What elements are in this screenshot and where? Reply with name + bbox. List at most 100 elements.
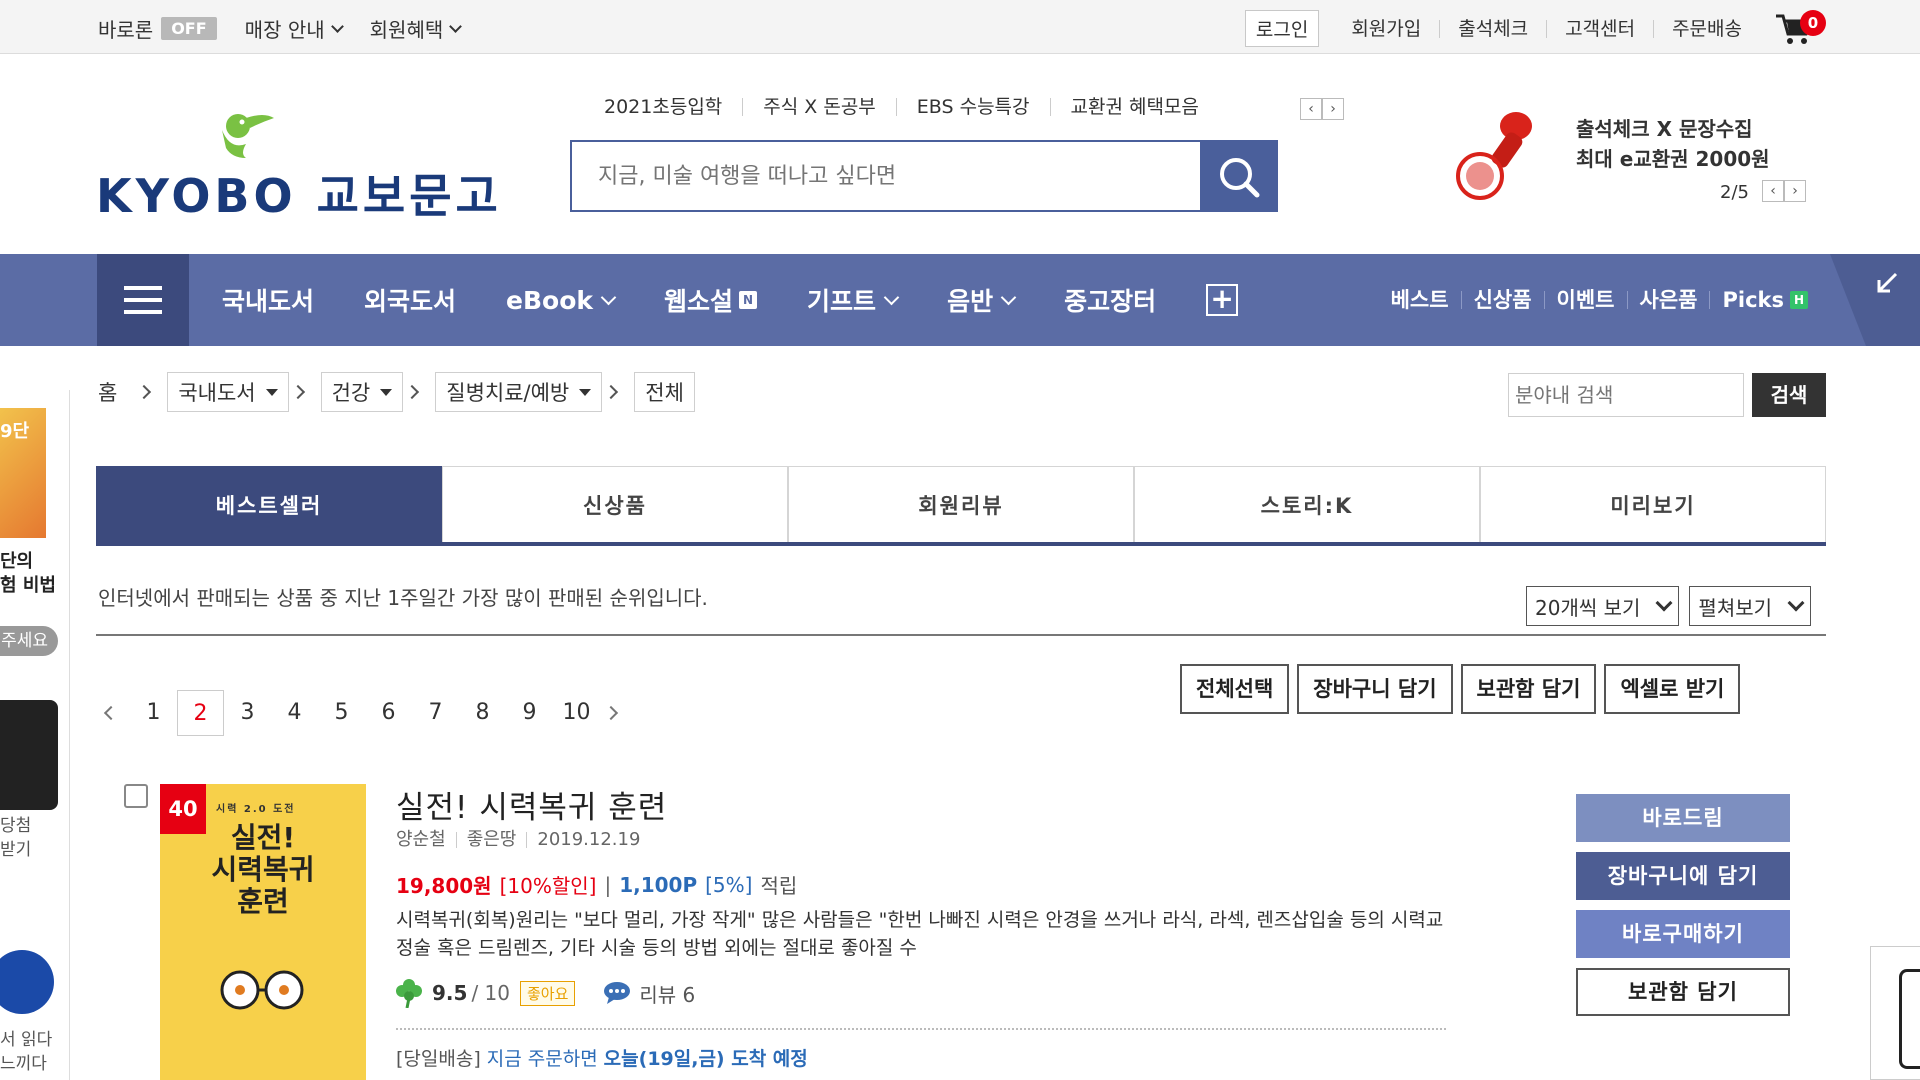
signup-link[interactable]: 회원가입 [1333, 19, 1439, 38]
keyword-prev-button[interactable]: ‹ [1300, 98, 1322, 120]
nav-item-domestic[interactable]: 국내도서 [222, 282, 314, 318]
kyobo-logo[interactable]: KYOBO 교보문고 [96, 108, 498, 223]
excel-download-button[interactable]: 엑셀로 받기 [1604, 664, 1741, 714]
caret-down-icon [265, 388, 278, 396]
chevron-right-icon [405, 384, 420, 400]
select-all-button[interactable]: 전체선택 [1180, 664, 1290, 714]
prev-page-icon[interactable] [103, 705, 119, 721]
add-to-cart-button[interactable]: 장바구니에 담기 [1576, 852, 1790, 900]
page-number[interactable]: 4 [271, 690, 318, 736]
cart-count-badge: 0 [1800, 9, 1826, 36]
tab-review[interactable]: 회원리뷰 [788, 466, 1134, 542]
breadcrumb-level1[interactable]: 국내도서 [167, 372, 289, 412]
page-number[interactable]: 1 [130, 690, 177, 736]
next-page-icon[interactable] [603, 705, 619, 721]
page-number[interactable]: 6 [365, 690, 412, 736]
page-number-current[interactable]: 2 [177, 690, 224, 736]
search-input[interactable] [572, 142, 1200, 210]
promo-page-indicator: 2/5 [1720, 182, 1749, 203]
keyword-link[interactable]: 교환권 혜택모음 [1049, 98, 1219, 117]
add-to-wishlist-button[interactable]: 보관함 담기 [1576, 968, 1790, 1016]
plus-icon: + [1206, 284, 1239, 316]
category-search-button[interactable]: 검색 [1752, 373, 1826, 417]
view-mode-select[interactable]: 펼쳐보기 [1689, 586, 1812, 626]
nav-event-link[interactable]: 이벤트 [1543, 290, 1627, 311]
caret-down-icon [579, 388, 592, 396]
tab-story[interactable]: 스토리:K [1134, 466, 1480, 542]
baroreon-toggle[interactable]: 바로론 OFF [98, 14, 217, 43]
store-guide-menu[interactable]: 매장 안내 [245, 14, 344, 43]
promo-prev-button[interactable]: ‹ [1762, 180, 1784, 202]
side-text: 서 읽다 [0, 1030, 53, 1050]
keyword-link[interactable]: 주식 X 돈공부 [742, 98, 896, 117]
product-price-row: 19,800원 [10%할인] | 1,100P [5%] 적립 [396, 870, 797, 899]
nav-item-foreign[interactable]: 외국도서 [364, 282, 456, 318]
nav-item-ebook[interactable]: eBook [506, 286, 617, 315]
nav-item-music[interactable]: 음반 [947, 282, 1017, 318]
page-number[interactable]: 7 [412, 690, 459, 736]
tab-preview[interactable]: 미리보기 [1480, 466, 1826, 542]
buy-now-button[interactable]: 바로구매하기 [1576, 910, 1790, 958]
divider [96, 634, 1826, 636]
page-number[interactable]: 9 [506, 690, 553, 736]
page-number[interactable]: 8 [459, 690, 506, 736]
product-description: 시력복귀(회복)원리는 "보다 멀리, 가장 작게" 많은 사람들은 "한번 나… [396, 909, 1444, 959]
nav-new-link[interactable]: 신상품 [1460, 290, 1544, 311]
chevron-down-icon [1000, 289, 1017, 306]
nav-gift-link[interactable]: 사은품 [1626, 290, 1710, 311]
attendance-link[interactable]: 출석체크 [1439, 19, 1546, 38]
menu-button[interactable] [97, 254, 189, 346]
left-banner-strip[interactable]: 9단 단의 험 비법 주세요 당첨 받기 서 읽다 느끼다 [0, 390, 70, 1080]
page-number[interactable]: 5 [318, 690, 365, 736]
customer-center-link[interactable]: 고객센터 [1546, 19, 1653, 38]
nav-best-link[interactable]: 베스트 [1379, 290, 1461, 311]
price-separator: | [604, 872, 612, 897]
right-floating-widget[interactable] [1870, 946, 1920, 1080]
review-link[interactable]: 리뷰 6 [603, 979, 695, 1008]
product-author[interactable]: 양순철 [396, 831, 456, 849]
category-search-input[interactable] [1508, 373, 1744, 417]
order-delivery-link[interactable]: 주문배송 [1653, 19, 1760, 38]
chevron-down-icon [1655, 594, 1673, 612]
breadcrumb-level3[interactable]: 질병치료/예방 [435, 372, 603, 412]
rating-score: 9.5 [432, 981, 468, 1005]
search-button[interactable] [1200, 142, 1276, 210]
member-benefit-label: 회원혜택 [369, 18, 444, 42]
nav-item-webnovel[interactable]: 웹소설 N [664, 282, 758, 318]
per-page-select[interactable]: 20개씩 보기 [1526, 586, 1680, 626]
breadcrumb-home[interactable]: 홈 [98, 377, 117, 407]
nav-item-gift[interactable]: 기프트 [807, 282, 900, 318]
diagonal-arrow-icon[interactable] [1876, 272, 1898, 294]
tab-bestseller[interactable]: 베스트셀러 [96, 466, 442, 542]
page-number[interactable]: 10 [553, 690, 600, 736]
add-to-cart-all-button[interactable]: 장바구니 담기 [1297, 664, 1453, 714]
tab-new[interactable]: 신상품 [442, 466, 788, 542]
promo-next-button[interactable]: › [1784, 180, 1806, 202]
page-number[interactable]: 3 [224, 690, 271, 736]
list-actions: 전체선택 장바구니 담기 보관함 담기 엑셀로 받기 [1172, 664, 1741, 714]
add-to-wishlist-all-button[interactable]: 보관함 담기 [1460, 664, 1597, 714]
product-publisher[interactable]: 좋은땅 [455, 831, 527, 849]
keyword-next-button[interactable]: › [1322, 98, 1344, 120]
nav-more-button[interactable]: + [1206, 284, 1239, 316]
breadcrumb-level4[interactable]: 전체 [634, 372, 695, 412]
nav-picks-link[interactable]: Picks H [1709, 290, 1820, 311]
side-pill[interactable]: 주세요 [0, 626, 58, 656]
pagination: 1 2 3 4 5 6 7 8 9 10 [100, 690, 622, 736]
product-cover[interactable]: 40 시력 2.0 도전 실전! 시력복귀 훈련 [160, 784, 366, 1080]
promo-arrows: ‹ › [1762, 180, 1806, 202]
product-checkbox[interactable] [124, 784, 148, 808]
nav-item-used[interactable]: 중고장터 [1064, 282, 1156, 318]
keyword-link[interactable]: EBS 수능특강 [895, 98, 1050, 117]
login-button[interactable]: 로그인 [1244, 10, 1320, 47]
keyword-link[interactable]: 2021초등입학 [604, 98, 742, 117]
barodrim-button[interactable]: 바로드림 [1576, 794, 1790, 842]
product-price: 19,800원 [396, 874, 492, 898]
cart-button[interactable]: 0 [1774, 9, 1826, 46]
nav-right: 베스트 신상품 이벤트 사은품 Picks H [1379, 254, 1820, 346]
breadcrumb-level2[interactable]: 건강 [320, 372, 404, 412]
attendance-promo[interactable]: 출석체크 X 문장수집 최대 e교환권 2000원 2/5 ‹ › [1446, 100, 1826, 210]
product-title[interactable]: 실전! 시력복귀 훈련 [396, 782, 667, 827]
member-benefit-menu[interactable]: 회원혜택 [369, 14, 463, 43]
view-options: 20개씩 보기 펼쳐보기 [1516, 586, 1812, 626]
